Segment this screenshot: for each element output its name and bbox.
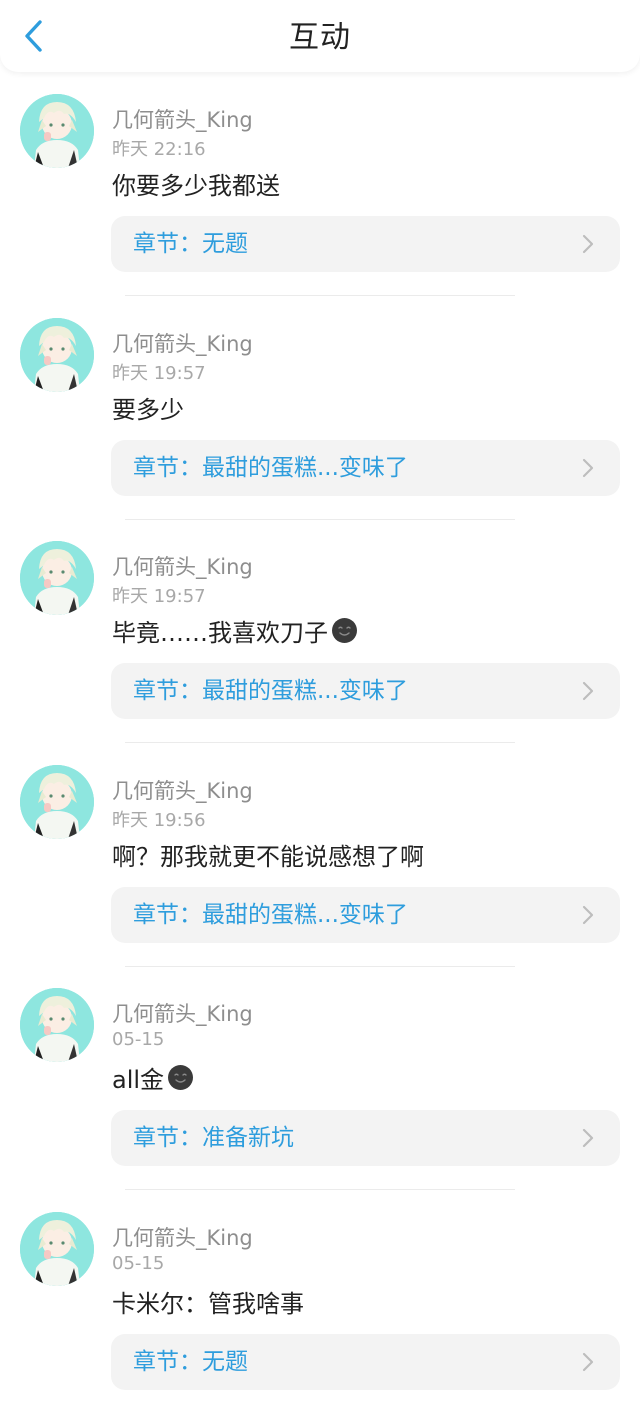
chevron-right-icon — [582, 682, 594, 701]
chapter-link[interactable]: 章节：最甜的蛋糕...变味了 — [111, 886, 620, 943]
avatar[interactable] — [20, 988, 94, 1063]
list-item: 几何箭头_King 昨天 19:57 毕竟……我喜欢刀子 章节：最甜的蛋糕...… — [0, 527, 640, 751]
chevron-right-icon — [582, 1352, 594, 1372]
comment-text: 你要多少我都送 — [112, 166, 280, 201]
timestamp: 昨天 19:57 — [112, 586, 206, 608]
chapter-label: 章节：最甜的蛋糕...变味了 — [133, 901, 408, 928]
chapter-link[interactable]: 章节：无题 — [111, 216, 620, 272]
comment-text: all金 — [112, 1060, 194, 1095]
comment-text-label: 你要多少我都送 — [112, 172, 280, 200]
chapter-label: 章节：无题 — [133, 231, 248, 257]
avatar[interactable] — [20, 764, 94, 839]
comment-text-label: 啊？那我就更不能说感想了啊 — [112, 842, 424, 871]
comment-text: 卡米尔：管我啥事 — [112, 1284, 304, 1319]
dark-smile-emoji-icon — [168, 1065, 194, 1091]
comment-text-label: 要多少 — [112, 395, 184, 424]
timestamp: 05-15 — [112, 1029, 165, 1051]
username[interactable]: 几何箭头_King — [112, 104, 253, 134]
comment-text-label: 毕竟……我喜欢刀子 — [112, 619, 328, 648]
chevron-right-icon — [582, 458, 594, 477]
interaction-feed: 几何箭头_King 昨天 22:16 你要多少我都送 章节：无题 几何箭头_Ki… — [0, 80, 640, 1422]
chapter-link[interactable]: 章节：最甜的蛋糕...变味了 — [111, 663, 620, 720]
avatar[interactable] — [20, 317, 94, 392]
chevron-right-icon — [582, 905, 594, 924]
comment-text: 啊？那我就更不能说感想了啊 — [112, 837, 424, 872]
list-item: 几何箭头_King 昨天 19:56 啊？那我就更不能说感想了啊 章节：最甜的蛋… — [0, 751, 640, 975]
username[interactable]: 几何箭头_King — [112, 551, 253, 581]
divider — [125, 1189, 515, 1191]
comment-text-label: 卡米尔：管我啥事 — [112, 1289, 304, 1318]
list-item: 几何箭头_King 昨天 19:57 要多少 章节：最甜的蛋糕...变味了 — [0, 304, 640, 528]
timestamp: 昨天 19:57 — [112, 362, 206, 384]
chevron-right-icon — [582, 234, 594, 254]
timestamp: 昨天 19:56 — [112, 809, 206, 831]
username[interactable]: 几何箭头_King — [112, 328, 253, 358]
comment-text-label: all金 — [112, 1066, 165, 1095]
list-item: 几何箭头_King 05-15 all金 章节：准备新坑 — [0, 974, 640, 1198]
chapter-label: 章节：无题 — [133, 1348, 248, 1375]
chevron-right-icon — [582, 1129, 594, 1148]
header-bar: 互动 — [0, 0, 640, 72]
comment-text: 要多少 — [112, 390, 184, 425]
username[interactable]: 几何箭头_King — [112, 775, 253, 805]
chapter-label: 章节：最甜的蛋糕...变味了 — [133, 454, 408, 481]
avatar[interactable] — [20, 1211, 94, 1286]
timestamp: 05-15 — [112, 1252, 165, 1274]
divider — [125, 965, 515, 967]
timestamp: 昨天 22:16 — [112, 139, 206, 160]
divider — [125, 518, 515, 520]
username[interactable]: 几何箭头_King — [112, 998, 253, 1028]
page-title: 互动 — [289, 20, 351, 55]
comment-text: 毕竟……我喜欢刀子 — [112, 613, 358, 648]
chapter-link[interactable]: 章节：最甜的蛋糕...变味了 — [111, 439, 620, 496]
divider — [125, 295, 515, 296]
avatar[interactable] — [20, 541, 94, 616]
list-item: 几何箭头_King 05-15 卡米尔：管我啥事 章节：无题 — [0, 1198, 640, 1422]
chapter-link[interactable]: 章节：准备新坑 — [111, 1110, 620, 1167]
list-item: 几何箭头_King 昨天 22:16 你要多少我都送 章节：无题 — [0, 80, 640, 304]
chapter-link[interactable]: 章节：无题 — [111, 1333, 620, 1390]
avatar[interactable] — [20, 94, 94, 168]
chapter-label: 章节：最甜的蛋糕...变味了 — [133, 678, 408, 705]
dark-smile-emoji-icon — [332, 618, 357, 644]
username[interactable]: 几何箭头_King — [112, 1222, 253, 1252]
divider — [125, 742, 515, 744]
chapter-label: 章节：准备新坑 — [133, 1125, 294, 1152]
